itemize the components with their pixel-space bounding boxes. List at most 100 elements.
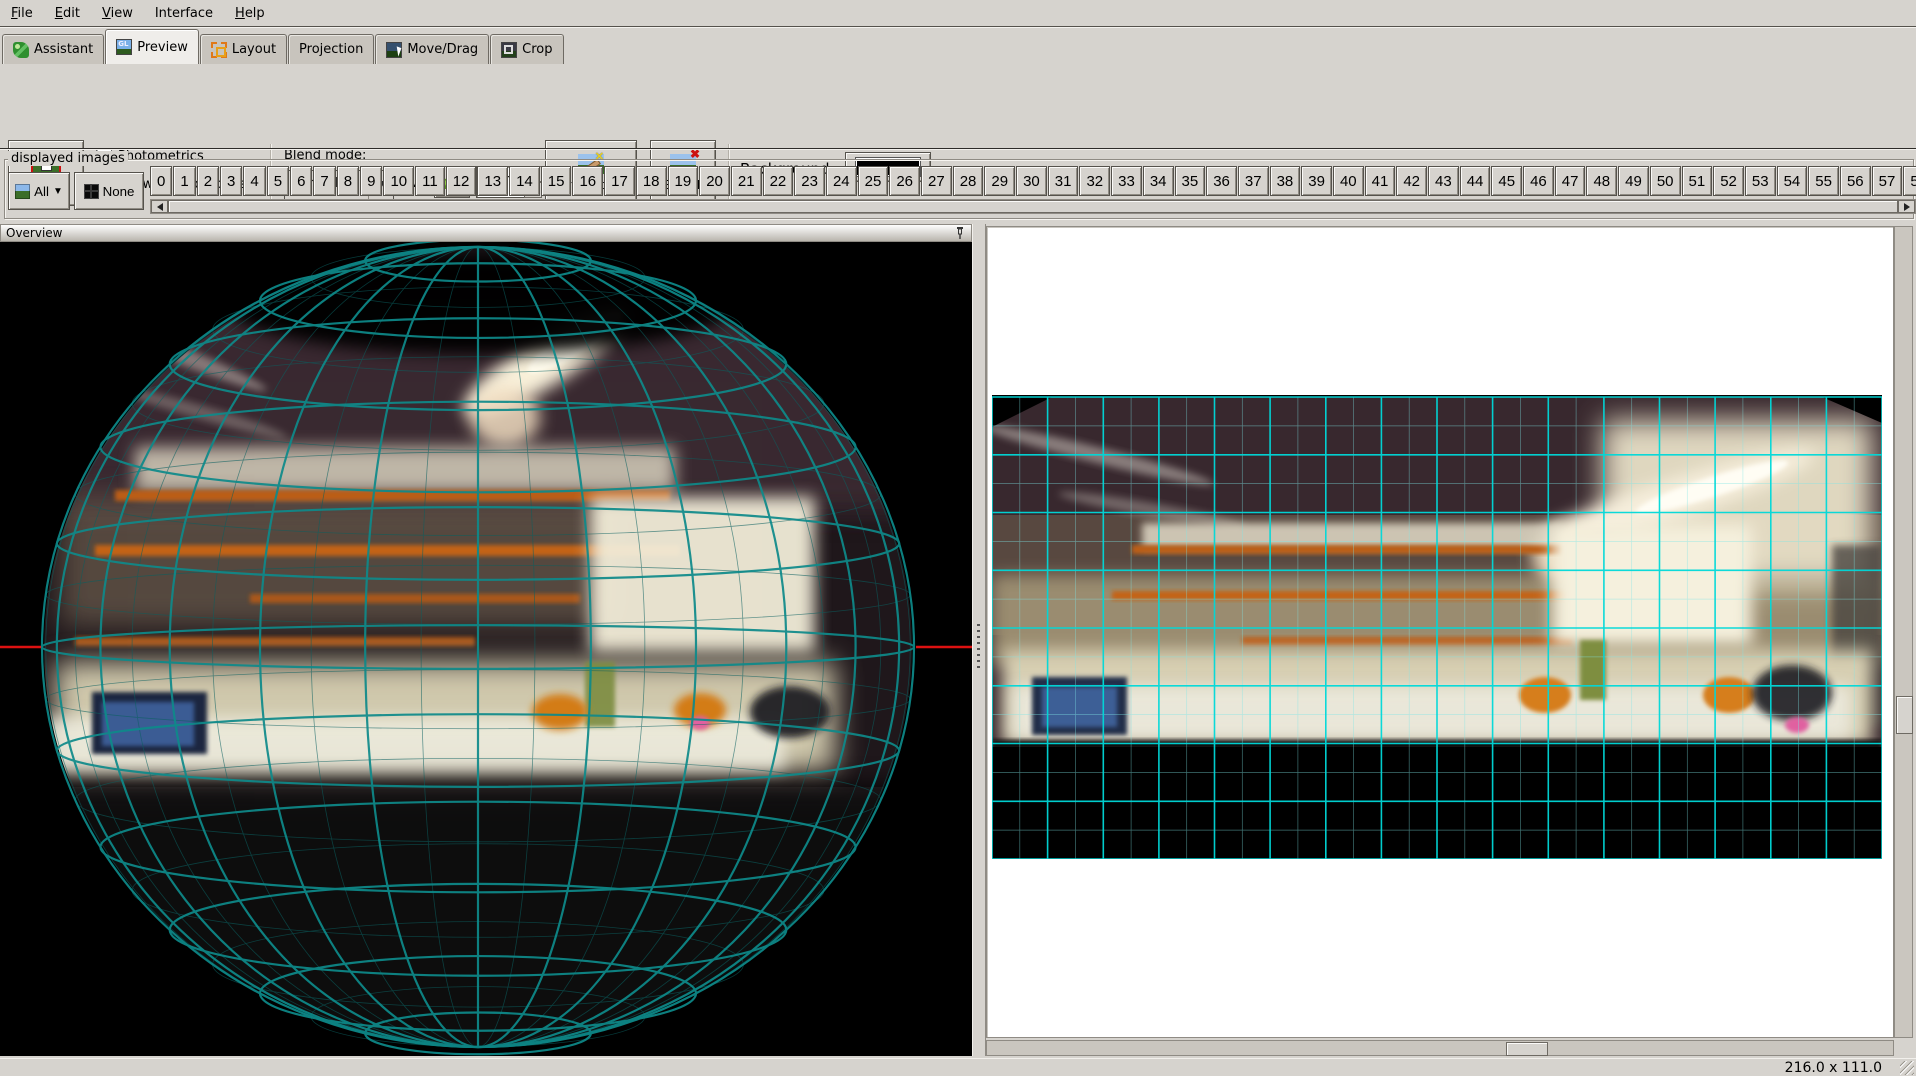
- all-dropdown-arrow-icon[interactable]: ▼: [53, 186, 63, 197]
- image-toggle-button-39[interactable]: 39: [1301, 166, 1332, 196]
- image-toggle-button-36[interactable]: 36: [1206, 166, 1237, 196]
- tab-layout[interactable]: Layout: [200, 34, 287, 64]
- image-toggle-button-23[interactable]: 23: [794, 166, 825, 196]
- image-toggle-button-19[interactable]: 19: [668, 166, 699, 196]
- pin-icon[interactable]: [954, 226, 966, 240]
- image-toggle-button-42[interactable]: 42: [1396, 166, 1427, 196]
- image-toggle-button-6[interactable]: 6: [290, 166, 312, 196]
- image-toggle-button-58[interactable]: 58: [1903, 166, 1916, 196]
- preview-gl-icon: [116, 39, 132, 55]
- tab-assistant[interactable]: Assistant: [2, 34, 104, 64]
- image-toggle-row: 0123456789101112131415161718192021222324…: [150, 166, 1916, 196]
- tab-crop[interactable]: Crop: [490, 34, 563, 64]
- scroll-right-icon[interactable]: [1898, 200, 1915, 213]
- panorama-render: [992, 395, 1882, 859]
- tab-label: Projection: [299, 42, 363, 57]
- image-toggle-button-9[interactable]: 9: [360, 166, 382, 196]
- menu-view[interactable]: View: [91, 2, 144, 25]
- tab-label: Move/Drag: [407, 42, 478, 57]
- tab-preview[interactable]: Preview: [105, 29, 199, 64]
- image-row-scrollbar[interactable]: [150, 199, 1916, 214]
- image-toggle-button-50[interactable]: 50: [1650, 166, 1681, 196]
- show-all-images-button[interactable]: All ▼: [8, 172, 70, 210]
- image-toggle-button-22[interactable]: 22: [763, 166, 794, 196]
- image-toggle-button-43[interactable]: 43: [1428, 166, 1459, 196]
- image-toggle-button-49[interactable]: 49: [1618, 166, 1649, 196]
- image-toggle-button-4[interactable]: 4: [243, 166, 265, 196]
- image-toggle-button-53[interactable]: 53: [1745, 166, 1776, 196]
- none-label: None: [103, 184, 135, 199]
- image-toggle-button-30[interactable]: 30: [1016, 166, 1047, 196]
- image-toggle-button-54[interactable]: 54: [1777, 166, 1808, 196]
- image-toggle-button-12[interactable]: 12: [446, 166, 477, 196]
- image-toggle-button-20[interactable]: 20: [699, 166, 730, 196]
- panorama-preview-view[interactable]: [986, 226, 1894, 1038]
- resize-grip[interactable]: [1900, 1061, 1914, 1075]
- image-toggle-button-26[interactable]: 26: [889, 166, 920, 196]
- image-toggle-button-31[interactable]: 31: [1048, 166, 1079, 196]
- panel-splitter[interactable]: [972, 224, 986, 1056]
- image-toggle-button-28[interactable]: 28: [953, 166, 984, 196]
- overview-title: Overview: [6, 226, 63, 240]
- image-toggle-button-51[interactable]: 51: [1682, 166, 1713, 196]
- image-toggle-button-48[interactable]: 48: [1586, 166, 1617, 196]
- image-toggle-button-44[interactable]: 44: [1460, 166, 1491, 196]
- image-toggle-button-29[interactable]: 29: [984, 166, 1015, 196]
- tab-move-drag[interactable]: Move/Drag: [375, 34, 489, 64]
- image-toggle-button-56[interactable]: 56: [1840, 166, 1871, 196]
- image-toggle-button-37[interactable]: 37: [1238, 166, 1269, 196]
- preview-horizontal-scrollbar[interactable]: [986, 1040, 1894, 1056]
- tab-projection[interactable]: Projection: [288, 34, 374, 64]
- image-toggle-button-38[interactable]: 38: [1270, 166, 1301, 196]
- image-toggle-button-21[interactable]: 21: [731, 166, 762, 196]
- menu-help[interactable]: Help: [224, 2, 276, 25]
- image-toggle-button-11[interactable]: 11: [415, 166, 445, 196]
- image-toggle-button-18[interactable]: 18: [636, 166, 667, 196]
- preview-vertical-scrollbar[interactable]: [1894, 226, 1913, 1038]
- image-toggle-button-24[interactable]: 24: [826, 166, 857, 196]
- image-toggle-button-41[interactable]: 41: [1365, 166, 1396, 196]
- image-toggle-button-45[interactable]: 45: [1491, 166, 1522, 196]
- image-toggle-button-57[interactable]: 57: [1872, 166, 1903, 196]
- tab-label: Layout: [232, 42, 276, 57]
- menu-interface[interactable]: Interface: [144, 2, 224, 25]
- image-toggle-button-3[interactable]: 3: [220, 166, 242, 196]
- image-toggle-button-5[interactable]: 5: [267, 166, 289, 196]
- toolbar: Identify ✓ Photometrics Show control poi…: [0, 64, 1916, 148]
- image-toggle-button-8[interactable]: 8: [337, 166, 359, 196]
- image-toggle-button-1[interactable]: 1: [173, 166, 195, 196]
- image-toggle-button-7[interactable]: 7: [313, 166, 335, 196]
- image-toggle-button-16[interactable]: 16: [572, 166, 603, 196]
- image-toggle-button-14[interactable]: 14: [509, 166, 540, 196]
- image-toggle-button-55[interactable]: 55: [1808, 166, 1839, 196]
- image-toggle-button-27[interactable]: 27: [921, 166, 952, 196]
- image-toggle-button-33[interactable]: 33: [1111, 166, 1142, 196]
- assistant-icon: [13, 42, 29, 58]
- image-toggle-button-46[interactable]: 46: [1523, 166, 1554, 196]
- image-toggle-button-2[interactable]: 2: [197, 166, 219, 196]
- image-toggle-button-17[interactable]: 17: [604, 166, 635, 196]
- scroll-left-icon[interactable]: [151, 200, 168, 213]
- overview-panel: Overview: [0, 224, 972, 1056]
- image-row-scrollbar-thumb[interactable]: [168, 200, 1898, 213]
- preview-vscroll-thumb[interactable]: [1896, 696, 1913, 734]
- menu-bar: FileEditViewInterfaceHelp: [0, 0, 1916, 27]
- menu-edit[interactable]: Edit: [44, 2, 91, 25]
- image-toggle-button-10[interactable]: 10: [383, 166, 414, 196]
- panosphere-view[interactable]: [0, 242, 972, 1056]
- image-toggle-button-40[interactable]: 40: [1333, 166, 1364, 196]
- image-toggle-button-0[interactable]: 0: [150, 166, 172, 196]
- splitter-handle[interactable]: [977, 624, 980, 668]
- image-toggle-button-13[interactable]: 13: [477, 166, 508, 196]
- image-toggle-button-52[interactable]: 52: [1713, 166, 1744, 196]
- image-toggle-button-25[interactable]: 25: [858, 166, 889, 196]
- show-none-images-button[interactable]: None: [74, 172, 144, 210]
- menu-file[interactable]: File: [0, 2, 44, 25]
- crop-icon: [501, 42, 517, 58]
- image-toggle-button-47[interactable]: 47: [1555, 166, 1586, 196]
- image-toggle-button-34[interactable]: 34: [1143, 166, 1174, 196]
- image-toggle-button-15[interactable]: 15: [541, 166, 572, 196]
- preview-hscroll-thumb[interactable]: [1506, 1042, 1548, 1056]
- image-toggle-button-35[interactable]: 35: [1175, 166, 1206, 196]
- image-toggle-button-32[interactable]: 32: [1079, 166, 1110, 196]
